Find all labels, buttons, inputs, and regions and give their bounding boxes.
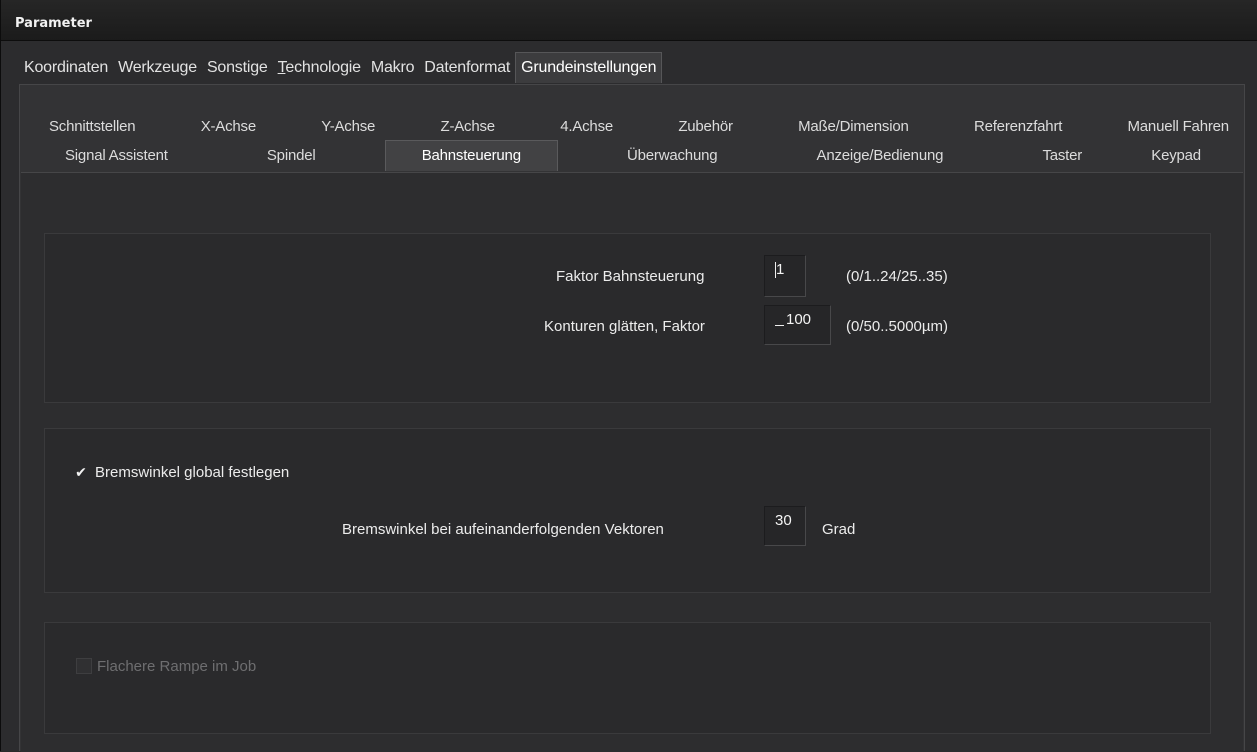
tab-grundeinstellungen[interactable]: Grundeinstellungen [515,52,663,83]
faktor-bahnsteuerung-value: 1 [776,261,785,278]
bremswinkel-global-checkbox[interactable]: ✔ [73,464,89,480]
tab-werkzeuge[interactable]: Werkzeuge [113,54,202,83]
flachere-rampe-label: Flachere Rampe im Job [97,658,257,675]
tab-sonstige[interactable]: Sonstige [202,54,273,83]
subtab-schnittstellen[interactable]: Schnittstellen [49,113,136,142]
tab-technologie[interactable]: Technologie [273,54,366,83]
faktor-bahnsteuerung-field[interactable]: 1 [764,255,806,297]
tab-datenformat[interactable]: Datenformat [419,54,515,83]
subtab-taster[interactable]: Taster [1042,142,1082,171]
subtab-manuell-fahren[interactable]: Manuell Fahren [1128,113,1230,142]
konturen-glaetten-range: (0/50..5000µm) [846,318,949,335]
group-bremswinkel [44,428,1211,593]
konturen-glaetten-value: 100 [786,311,812,328]
subtab-bahnsteuerung[interactable]: Bahnsteuerung [384,140,558,171]
subtab-zubehoer[interactable]: Zubehör [678,113,733,142]
tab-technologie-label: echnologie [285,59,361,76]
faktor-bahnsteuerung-label: Faktor Bahnsteuerung [556,268,705,285]
bremswinkel-global-label[interactable]: Bremswinkel global festlegen [95,464,289,481]
sub-tab-row-2: Signal Assistent Spindel Bahnsteuerung Ü… [31,140,1229,171]
sub-tab-bar: Schnittstellen X-Achse Y-Achse Z-Achse 4… [31,113,1229,171]
window-title: Parameter [15,16,92,31]
title-bar[interactable]: Parameter [1,0,1257,41]
subtab-masse-dimension[interactable]: Maße/Dimension [798,113,909,142]
subtab-z-achse[interactable]: Z-Achse [440,113,495,142]
subtab-anzeige-bedienung[interactable]: Anzeige/Bedienung [817,142,944,171]
subtab-y-achse[interactable]: Y-Achse [321,113,375,142]
tab-makro[interactable]: Makro [366,54,419,83]
text-cursor-icon [775,325,784,326]
subtab-4-achse[interactable]: 4.Achse [560,113,613,142]
group-rampe [44,622,1211,734]
bremswinkel-vektoren-field[interactable]: 30 [764,506,806,546]
subtab-x-achse[interactable]: X-Achse [201,113,256,142]
bremswinkel-unit: Grad [822,521,856,538]
parameter-window: Parameter Koordinaten Werkzeuge Sonstige… [0,0,1257,752]
subtab-spindel[interactable]: Spindel [267,142,316,171]
sub-tab-row-1: Schnittstellen X-Achse Y-Achse Z-Achse 4… [31,113,1229,142]
faktor-bahnsteuerung-range: (0/1..24/25..35) [846,268,948,285]
tab-koordinaten[interactable]: Koordinaten [19,54,113,83]
flachere-rampe-checkbox[interactable] [76,658,92,674]
konturen-glaetten-label: Konturen glätten, Faktor [544,318,705,335]
main-tab-bar: Koordinaten Werkzeuge Sonstige Technolog… [19,52,663,83]
bremswinkel-vektoren-label: Bremswinkel bei aufeinanderfolgenden Vek… [342,521,664,538]
subtab-signal-assistent[interactable]: Signal Assistent [65,142,168,171]
konturen-glaetten-field[interactable]: 100 [764,305,831,345]
subtab-keypad[interactable]: Keypad [1151,142,1201,171]
subtab-ueberwachung[interactable]: Überwachung [627,142,718,171]
subtab-referenzfahrt[interactable]: Referenzfahrt [974,113,1062,142]
